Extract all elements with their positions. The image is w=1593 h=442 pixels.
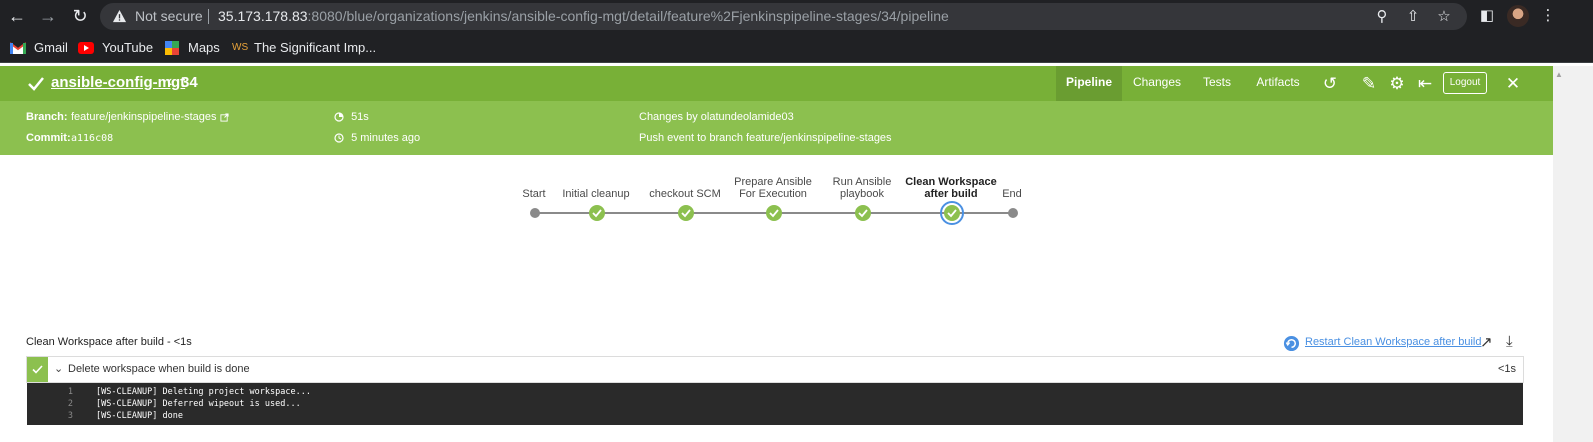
restart-stage-link[interactable]: Restart Clean Workspace after build [1305, 336, 1482, 348]
page-scrollbar[interactable]: ▲ [1553, 66, 1593, 442]
forward-icon[interactable]: → [37, 5, 59, 27]
check-icon [858, 209, 868, 218]
log-line-text: [WS-CLEANUP] Deferred wipeout is used... [96, 399, 301, 409]
clock-icon [334, 133, 344, 143]
logout-button[interactable]: Logout [1443, 72, 1487, 94]
check-icon [681, 209, 691, 218]
log-line-number[interactable]: 2 [63, 398, 73, 410]
tab-artifacts[interactable]: Artifacts [1250, 66, 1306, 101]
zoom-icon[interactable]: ⚲ [1372, 7, 1392, 27]
edit-icon[interactable]: ✎ [1359, 74, 1379, 94]
restart-icon[interactable] [1283, 335, 1300, 352]
tab-tests[interactable]: Tests [1196, 66, 1238, 101]
ws-icon: WS [232, 41, 249, 53]
step-duration: <1s [1497, 363, 1516, 375]
log-line-text: [WS-CLEANUP] done [96, 411, 183, 421]
bookmark-label: Gmail [34, 40, 68, 55]
duration-row: 51s [334, 111, 369, 123]
bookmarks-bar: Gmail YouTube Maps WS The Significant Im… [0, 33, 1593, 63]
rerun-icon[interactable]: ↺ [1320, 74, 1340, 94]
tab-pipeline[interactable]: Pipeline [1056, 66, 1122, 101]
divider [208, 9, 209, 24]
log-line-number[interactable]: 1 [63, 386, 73, 398]
stage-label-end: End [1002, 188, 1022, 200]
exit-icon[interactable]: ⇤ [1415, 74, 1435, 94]
chevron-down-icon[interactable]: ⌄ [54, 362, 63, 375]
stage-node-prepare-ansible[interactable] [766, 205, 782, 221]
run-number: 34 [181, 74, 198, 91]
side-panel-icon[interactable]: ◧ [1477, 6, 1497, 26]
jenkins-page: ansible-config-mgt ‹ 34 Pipeline Changes… [0, 66, 1553, 442]
run-header: ansible-config-mgt ‹ 34 Pipeline Changes… [0, 66, 1553, 101]
bookmark-label: Maps [188, 40, 220, 55]
stage-node-checkout-scm[interactable] [678, 205, 694, 221]
step-row[interactable]: ⌄ Delete workspace when build is done <1… [26, 356, 1524, 383]
youtube-icon [78, 41, 94, 54]
security-label[interactable]: Not secure [135, 8, 203, 24]
stage-node-initial-cleanup[interactable] [589, 205, 605, 221]
external-link-icon[interactable] [220, 113, 229, 122]
tab-changes[interactable]: Changes [1128, 66, 1186, 101]
star-icon[interactable]: ☆ [1434, 7, 1454, 27]
scroll-up-icon[interactable]: ▲ [1555, 70, 1565, 79]
share-icon[interactable]: ⇧ [1403, 7, 1423, 27]
close-icon[interactable]: ✕ [1503, 74, 1523, 94]
run-info: Branch: feature/jenkinspipeline-stages C… [0, 101, 1553, 155]
back-icon[interactable]: ← [6, 5, 28, 27]
stage-node-end [1008, 208, 1018, 218]
bookmark-maps[interactable]: Maps [164, 39, 220, 56]
url-host: 35.173.178.83 [218, 8, 308, 24]
open-in-new-icon[interactable]: ↗ [1480, 335, 1496, 351]
address-bar[interactable]: Not secure 35.173.178.83:8080/blue/organ… [100, 3, 1467, 30]
warning-icon[interactable] [112, 9, 127, 24]
duration-value: 51s [351, 111, 369, 123]
url-text[interactable]: 35.173.178.83:8080/blue/organizations/je… [218, 8, 949, 24]
check-icon [947, 209, 957, 218]
reload-icon[interactable]: ↻ [69, 5, 91, 27]
menu-icon[interactable]: ⋮ [1538, 6, 1558, 26]
gmail-icon [10, 41, 26, 54]
commit-value: a116c08 [71, 133, 114, 144]
browser-toolbar: ← → ↻ Not secure 35.173.178.83:8080/blue… [0, 0, 1593, 33]
url-path: :8080/blue/organizations/jenkins/ansible… [307, 8, 949, 24]
bookmark-gmail[interactable]: Gmail [10, 39, 68, 56]
log-line: 1 [WS-CLEANUP] Deleting project workspac… [27, 386, 1523, 398]
bookmark-significant[interactable]: WS The Significant Imp... [232, 39, 376, 56]
started-value: 5 minutes ago [351, 132, 421, 144]
log-line-number[interactable]: 3 [63, 410, 73, 422]
console-log: 1 [WS-CLEANUP] Deleting project workspac… [27, 383, 1523, 425]
branch-value[interactable]: feature/jenkinspipeline-stages [71, 111, 217, 123]
log-line: 3 [WS-CLEANUP] done [27, 410, 1523, 422]
check-icon [769, 209, 779, 218]
stage-node-run-ansible[interactable] [855, 205, 871, 221]
log-line: 2 [WS-CLEANUP] Deferred wipeout is used.… [27, 398, 1523, 410]
commit-row: Commit: [26, 132, 71, 144]
check-icon [32, 365, 43, 374]
step-panel-title: Clean Workspace after build - <1s [26, 336, 192, 348]
branch-label: Branch: [26, 111, 68, 123]
bookmark-label: The Significant Imp... [254, 40, 377, 55]
duration-icon [334, 112, 344, 122]
job-name-link[interactable]: ansible-config-mgt [51, 74, 185, 91]
bookmark-youtube[interactable]: YouTube [78, 39, 153, 56]
started-row: 5 minutes ago [334, 132, 420, 144]
maps-icon [165, 40, 179, 55]
stage-node-clean-workspace[interactable] [944, 205, 960, 221]
chevron-left-icon: ‹ [167, 73, 173, 90]
check-icon [592, 209, 602, 218]
commit-label: Commit: [26, 132, 71, 144]
gear-icon[interactable]: ⚙ [1387, 74, 1407, 94]
branch-row: Branch: [26, 111, 68, 123]
log-line-text: [WS-CLEANUP] Deleting project workspace.… [96, 387, 311, 397]
step-name: Delete workspace when build is done [68, 363, 250, 375]
download-icon[interactable]: ⤓ [1506, 334, 1522, 350]
profile-avatar[interactable] [1507, 5, 1529, 27]
check-icon [28, 77, 44, 91]
step-status-success [27, 357, 48, 382]
changes-by: Changes by olatundeolamide03 [639, 111, 794, 123]
branch-value-wrap: feature/jenkinspipeline-stages [71, 111, 229, 123]
build-cause: Push event to branch feature/jenkinspipe… [639, 132, 892, 144]
bookmark-label: YouTube [102, 40, 154, 55]
stage-node-start [530, 208, 540, 218]
